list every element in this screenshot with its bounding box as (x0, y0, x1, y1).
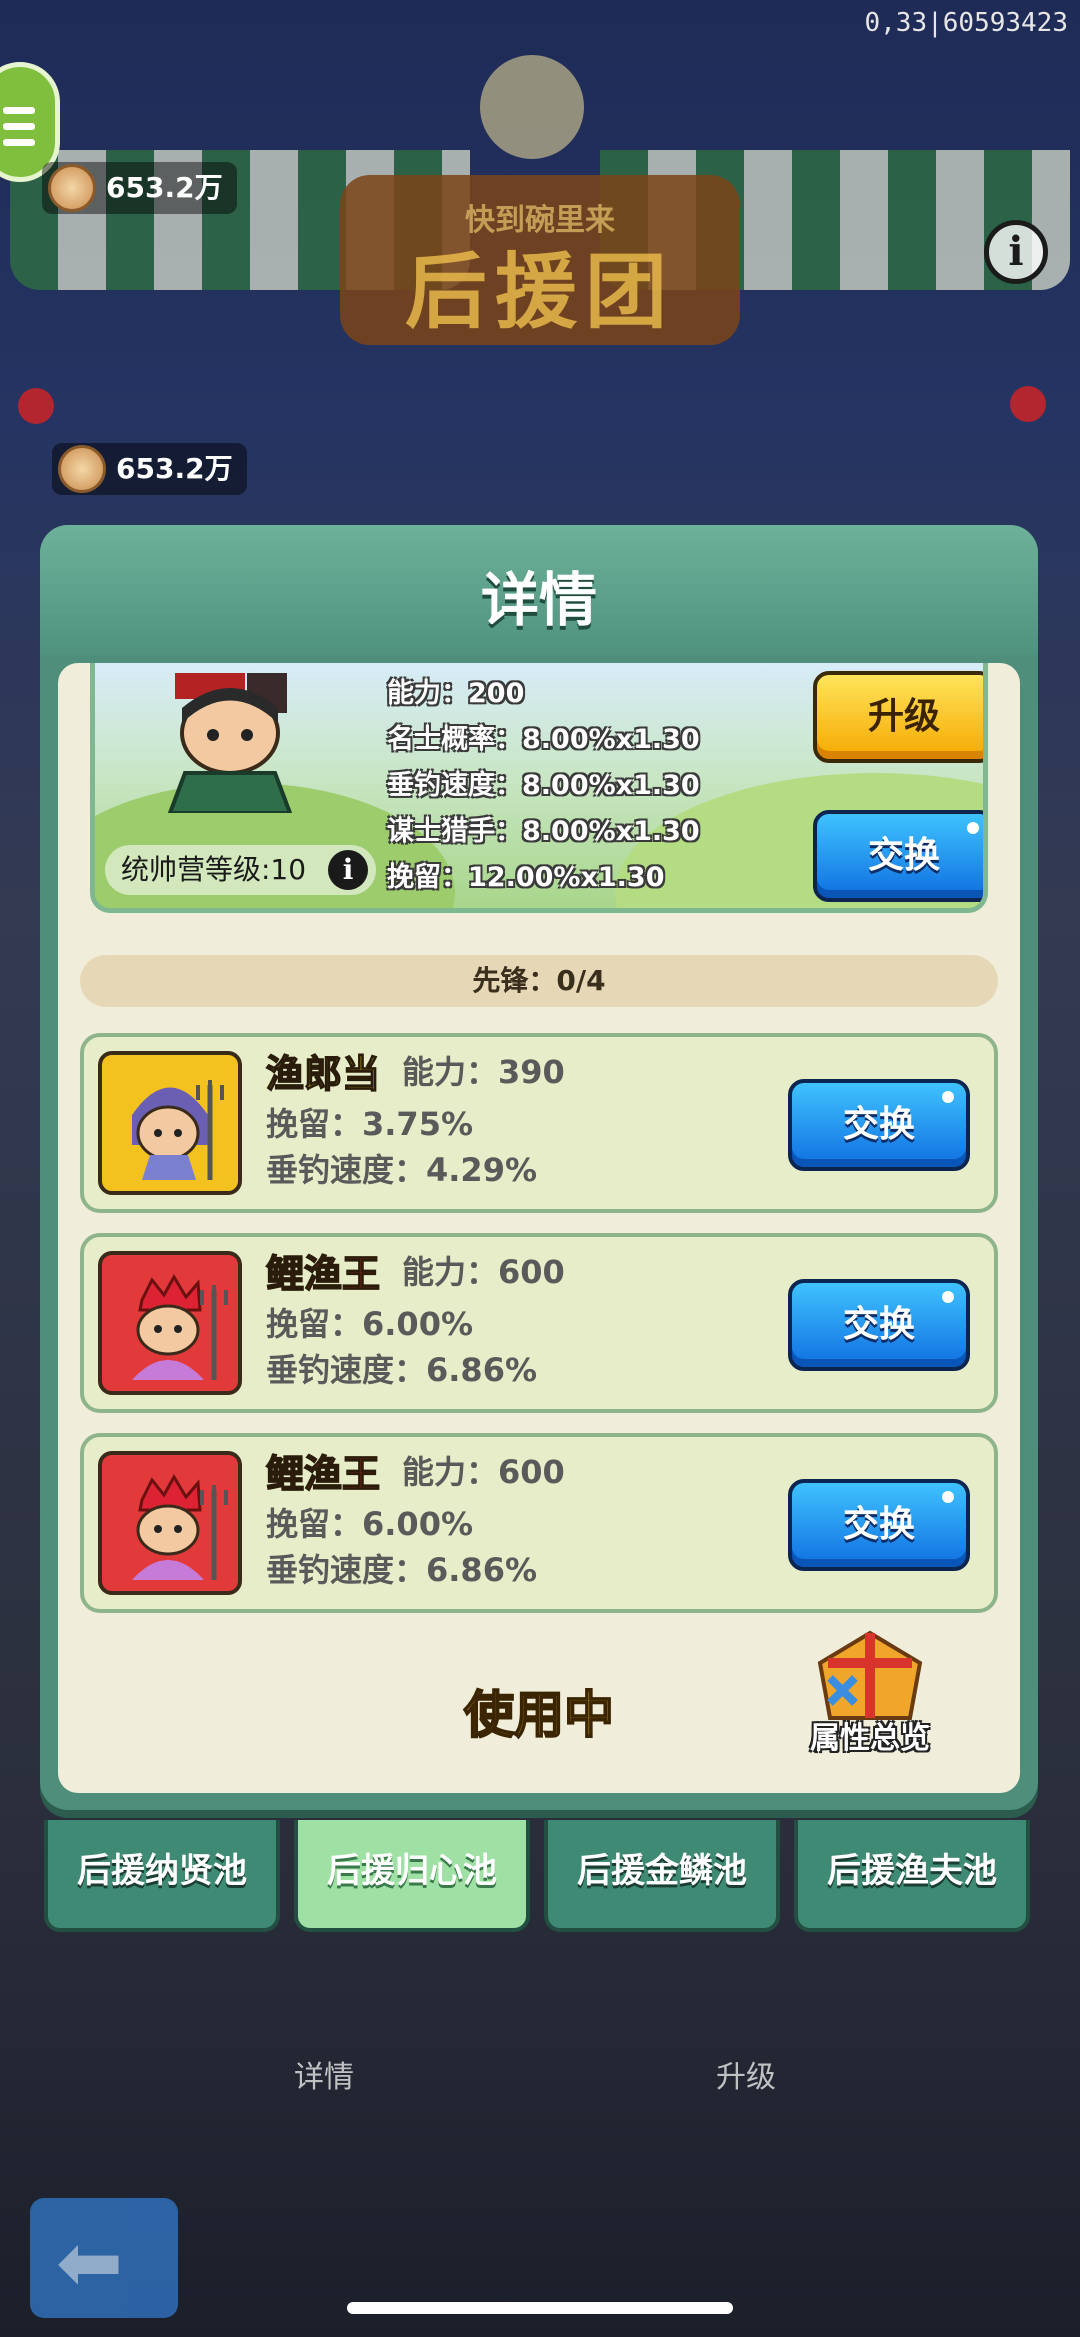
leader-card: 能力：200 名士概率：8.00%x1.30 垂钓速度：8.00%x1.30 谋… (90, 663, 988, 913)
hero-ability: 能力：390 (402, 1053, 565, 1091)
attribute-overview-button[interactable]: 属性总览 (800, 1623, 940, 1763)
leader-stat-retain: 挽留：12.00%x1.30 (387, 862, 665, 893)
hero-fishing-speed: 垂钓速度：6.86% (266, 1351, 538, 1389)
attribute-overview-label: 属性总览 (810, 1721, 930, 1756)
tab-fisherman-pool[interactable]: 后援渔夫池 (794, 1820, 1030, 1932)
shine-dot (942, 1091, 954, 1103)
hero-row: 鲤渔王 能力：600 挽留：6.00% 垂钓速度：6.86% 交换 (80, 1433, 998, 1613)
shine-dot (942, 1491, 954, 1503)
tab-loyalty-pool[interactable]: 后援归心池 (294, 1820, 530, 1932)
dialog-title: 详情 (480, 566, 597, 634)
vanguard-count: 先锋：0/4 (80, 955, 998, 1007)
hero-avatar (132, 1474, 228, 1580)
top-coin-counter: 653.2万 (42, 162, 237, 214)
hero-avatar (132, 1274, 228, 1380)
hero-swap-button[interactable]: 交换 (788, 1479, 970, 1571)
hero-fishing-speed: 垂钓速度：4.29% (266, 1151, 538, 1189)
home-indicator[interactable] (347, 2302, 733, 2314)
coin-icon (48, 164, 96, 212)
leader-swap-button[interactable]: 交换 (813, 810, 983, 902)
hero-name: 鲤渔王 (265, 1251, 381, 1297)
leader-stat-fishing-speed: 垂钓速度：8.00%x1.30 (387, 770, 700, 801)
dialog-header: 详情 (40, 525, 1038, 655)
hero-fishing-speed: 垂钓速度：6.86% (266, 1551, 538, 1589)
coin-icon (58, 445, 106, 493)
hero-row: 渔郎当 能力：390 挽留：3.75% 垂钓速度：4.29% 交换 (80, 1033, 998, 1213)
hero-name: 渔郎当 (265, 1051, 381, 1097)
underlay-upgrade-label: 升级 (716, 2060, 776, 2095)
lantern-left (18, 388, 54, 424)
hero-retain: 挽留：6.00% (266, 1505, 474, 1543)
back-arrow-icon: ⬅ (56, 2216, 124, 2309)
hero-retain: 挽留：6.00% (266, 1305, 474, 1343)
leader-avatar (167, 673, 293, 813)
leader-stats: 能力：200 名士概率：8.00%x1.30 垂钓速度：8.00%x1.30 谋… (387, 671, 700, 901)
leader-swap-label: 交换 (867, 835, 940, 876)
hero-swap-button[interactable]: 交换 (788, 1079, 970, 1171)
hero-swap-label: 交换 (842, 1504, 915, 1545)
hero-row: 鲤渔王 能力：600 挽留：6.00% 垂钓速度：6.86% 交换 (80, 1233, 998, 1413)
camp-info-icon[interactable]: i (328, 850, 369, 890)
sign-title: 后援团 (404, 245, 675, 340)
upgrade-button[interactable]: 升级 (813, 671, 983, 763)
leader-stat-ability: 能力：200 (387, 678, 525, 709)
debug-id: 0,33|60593423 (864, 8, 1069, 38)
hero-name: 鲤渔王 (265, 1451, 381, 1497)
hero-swap-label: 交换 (842, 1104, 915, 1145)
lantern-right (1010, 386, 1046, 422)
coin-counter: 653.2万 (52, 443, 247, 495)
pool-tabs: 后援纳贤池 后援归心池 后援金鳞池 后援渔夫池 (44, 1820, 1036, 1932)
hero-ability: 能力：600 (402, 1453, 565, 1491)
detail-dialog: 详情 能力：200 名士概率：8.00%x1.30 垂钓速度：8.00%x1.3… (40, 525, 1038, 1810)
hero-portrait (98, 1251, 242, 1395)
hero-ability: 能力：600 (402, 1253, 565, 1291)
coin-value: 653.2万 (116, 452, 233, 485)
back-button[interactable]: ⬅ (30, 2198, 178, 2318)
underlay-detail-label: 详情 (294, 2060, 354, 2095)
top-coin-value: 653.2万 (106, 171, 223, 204)
moon (480, 55, 584, 159)
hero-avatar (132, 1080, 224, 1180)
hero-portrait (98, 1051, 242, 1195)
tab-golden-scale-pool[interactable]: 后援金鳞池 (544, 1820, 780, 1932)
leader-stat-strategist-hunter: 谋士猎手：8.00%x1.30 (387, 816, 700, 847)
hero-swap-label: 交换 (842, 1304, 915, 1345)
dialog-body: 能力：200 名士概率：8.00%x1.30 垂钓速度：8.00%x1.30 谋… (58, 663, 1020, 1793)
leader-stat-famous-rate: 名士概率：8.00%x1.30 (387, 724, 700, 755)
hero-retain: 挽留：3.75% (266, 1105, 474, 1143)
info-icon[interactable]: i (984, 220, 1048, 284)
camp-level-label: 统帅营等级:10 (121, 853, 307, 886)
shine-dot (967, 822, 979, 834)
hero-swap-button[interactable]: 交换 (788, 1279, 970, 1371)
tab-recruit-pool[interactable]: 后援纳贤池 (44, 1820, 280, 1932)
hero-portrait (98, 1451, 242, 1595)
camp-level-badge: 统帅营等级:10 i (105, 845, 377, 895)
shine-dot (942, 1291, 954, 1303)
